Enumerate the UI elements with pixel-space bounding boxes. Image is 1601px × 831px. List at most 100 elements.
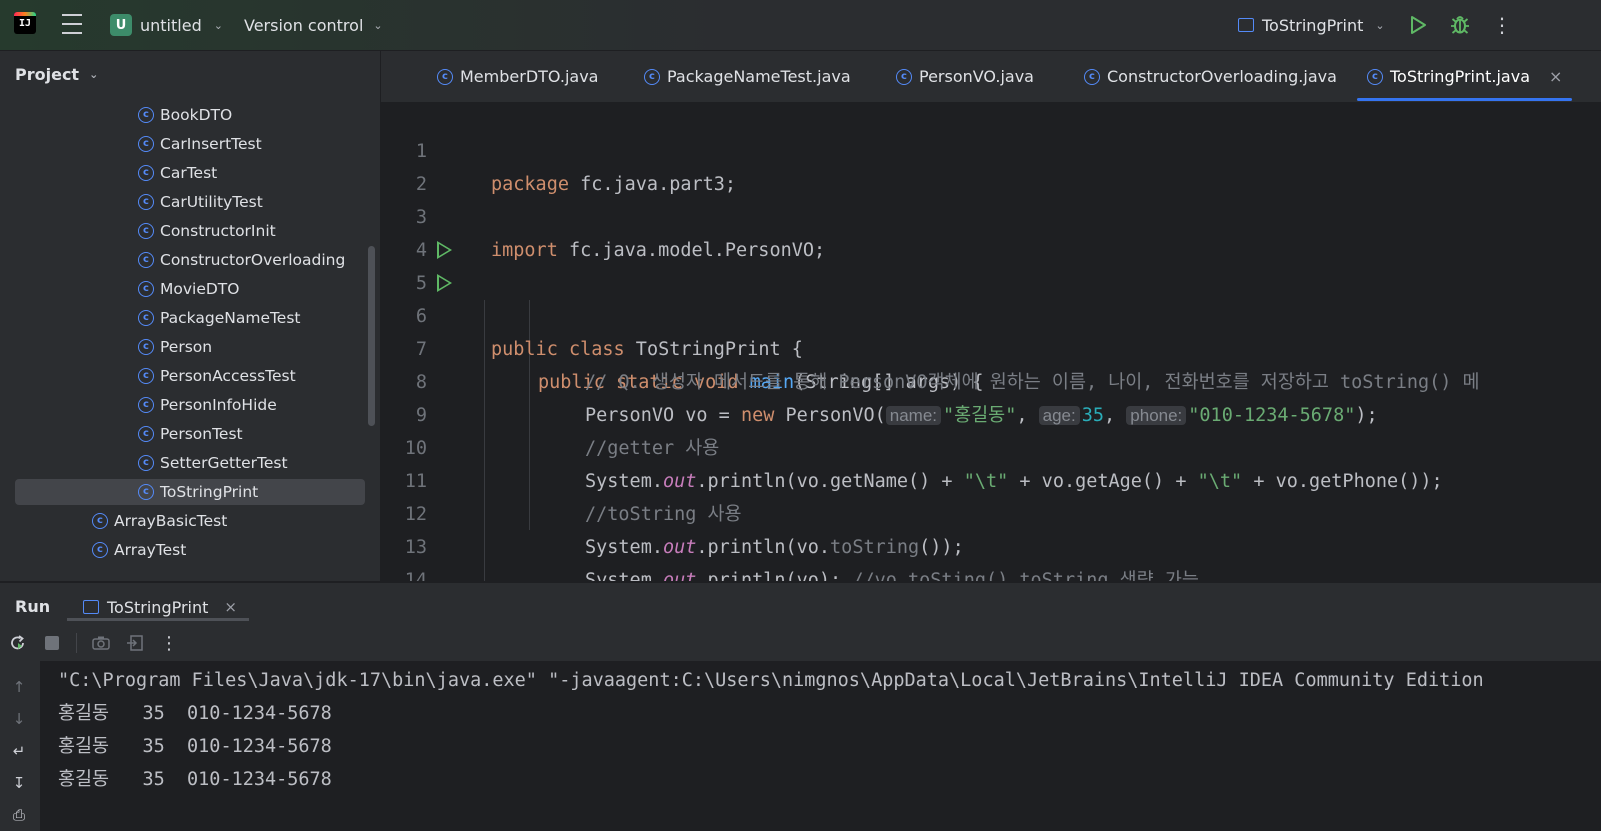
code-line: 2 (381, 135, 1601, 195)
chevron-down-icon: ⌄ (213, 18, 223, 32)
console-output[interactable]: "C:\Program Files\Java\jdk-17\bin\java.e… (40, 661, 1601, 831)
tree-item-persontest[interactable]: c PersonTest (138, 421, 243, 447)
class-icon: c (92, 542, 108, 558)
tree-item-constructorinit[interactable]: c ConstructorInit (138, 218, 276, 244)
class-icon: c (1367, 68, 1383, 85)
tab-constructoroverloading[interactable]: c ConstructorOverloading.java (1084, 51, 1337, 102)
class-icon: c (138, 426, 154, 442)
rerun-icon[interactable] (8, 633, 28, 653)
code-line: 4 (381, 201, 1601, 261)
tree-item-person[interactable]: c Person (138, 334, 212, 360)
tree-item-label: SetterGetterTest (160, 454, 288, 472)
menu-icon[interactable] (60, 14, 84, 34)
class-icon: c (437, 68, 453, 85)
tab-packagenametest[interactable]: c PackageNameTest.java (644, 51, 851, 102)
run-gutter-icon[interactable] (437, 274, 452, 292)
tree-item-label: BookDTO (160, 106, 233, 124)
tree-item-label: ToStringPrint (160, 483, 259, 501)
close-icon[interactable]: × (1549, 67, 1562, 86)
print-icon[interactable]: ⎙ (9, 806, 29, 826)
tree-item-label: ConstructorOverloading (160, 251, 346, 269)
run-icon[interactable] (1406, 13, 1430, 37)
code-line: 14 } (381, 531, 1601, 581)
run-gutter-icon[interactable] (437, 241, 452, 259)
class-icon: c (138, 165, 154, 181)
tree-item-constructoroverloading[interactable]: c ConstructorOverloading (138, 247, 345, 273)
tree-item-personinfohide[interactable]: c PersonInfoHide (138, 392, 277, 418)
class-icon: c (1084, 68, 1100, 85)
class-icon: c (138, 368, 154, 384)
tree-item-arraytest[interactable]: c ArrayTest (92, 537, 186, 563)
code-editor[interactable]: 1 package fc.java.part3; 2 3 import fc.j… (381, 102, 1601, 581)
class-icon: c (138, 310, 154, 326)
tree-item-carinserttest[interactable]: c CarInsertTest (138, 131, 262, 157)
tree-item-moviedto[interactable]: c MovieDTO (138, 276, 239, 302)
arrow-down-icon[interactable]: ↓ (9, 710, 29, 730)
tab-label: ConstructorOverloading.java (1107, 67, 1337, 86)
class-icon: c (92, 513, 108, 529)
console-line: 홍길동 35 010-1234-5678 (58, 736, 332, 757)
tree-scrollbar[interactable] (368, 246, 375, 426)
project-selector[interactable]: U untitled ⌄ (110, 12, 223, 38)
tree-item-label: CarTest (160, 164, 218, 182)
console-line: 홍길동 35 010-1234-5678 (58, 769, 332, 790)
tree-item-personaccesstest[interactable]: c PersonAccessTest (138, 363, 296, 389)
class-icon: c (138, 136, 154, 152)
tab-tostringprint[interactable]: c ToStringPrint.java × (1357, 51, 1573, 102)
toolbar-separator (76, 633, 77, 653)
project-view-selector[interactable]: Project ⌄ (15, 65, 98, 84)
more-icon[interactable]: ⋮ (159, 633, 179, 654)
exit-icon[interactable] (125, 633, 145, 653)
project-avatar: U (110, 14, 132, 36)
tree-item-arraybasictest[interactable]: c ArrayBasicTest (92, 508, 227, 534)
code-line: 13 System.out.println(vo); //vo.toSting(… (381, 498, 1601, 581)
class-icon: c (896, 68, 912, 85)
debug-icon[interactable] (1448, 13, 1472, 37)
arrow-up-icon[interactable]: ↑ (9, 678, 29, 698)
intellij-logo-icon[interactable]: IJ (14, 12, 36, 34)
close-icon[interactable]: × (224, 598, 237, 616)
tree-item-label: MovieDTO (160, 280, 240, 298)
camera-icon[interactable] (91, 633, 111, 653)
scroll-to-end-icon[interactable]: ↧ (9, 774, 29, 794)
tree-item-label: ArrayTest (114, 541, 187, 559)
vcs-label: Version control (244, 15, 364, 35)
soft-wrap-icon[interactable]: ↵ (9, 742, 29, 762)
tree-item-label: PersonInfoHide (160, 396, 277, 414)
code-text: System. (585, 570, 663, 581)
run-configuration-selector[interactable]: ToStringPrint ⌄ (1238, 12, 1385, 38)
tree-item-cartest[interactable]: c CarTest (138, 160, 217, 186)
class-icon: c (138, 455, 154, 471)
chevron-down-icon: ⌄ (373, 18, 383, 32)
chevron-down-icon: ⌄ (89, 68, 99, 81)
class-icon: c (138, 484, 154, 500)
tab-label: PackageNameTest.java (667, 67, 851, 86)
console-line: 홍길동 35 010-1234-5678 (58, 703, 332, 724)
code-line: 7 // Q. 생성자 메서드를 통해 PersonVO객체에 원하는 이름, … (381, 300, 1601, 393)
comment: //vo.toSting() toString 생략 가능 (852, 570, 1199, 581)
code-text: .println(vo); (696, 570, 853, 581)
run-tab-label: ToStringPrint (107, 597, 209, 617)
stop-icon[interactable] (42, 633, 62, 653)
class-icon: c (138, 223, 154, 239)
more-icon[interactable]: ⋮ (1490, 13, 1514, 37)
tree-item-label: PackageNameTest (160, 309, 301, 327)
line-number: 14 (404, 570, 427, 581)
class-icon: c (138, 397, 154, 413)
tree-item-settergettertest[interactable]: c SetterGetterTest (138, 450, 288, 476)
tree-item-label: ArrayBasicTest (114, 512, 228, 530)
project-name: untitled (140, 15, 202, 35)
class-icon: c (138, 107, 154, 123)
tree-item-tostringprint[interactable]: c ToStringPrint (15, 479, 365, 505)
tab-memberdto[interactable]: c MemberDTO.java (437, 51, 598, 102)
active-tab-indicator (1357, 98, 1573, 101)
console-side-toolbar: ↑ ↓ ↵ ↧ ⎙ (0, 661, 40, 831)
run-toolbar: ⋮ (0, 625, 1601, 661)
version-control-menu[interactable]: Version control ⌄ (244, 12, 383, 38)
tree-item-bookdto[interactable]: c BookDTO (138, 102, 232, 128)
class-icon: c (644, 68, 660, 85)
tab-personvo[interactable]: c PersonVO.java (896, 51, 1034, 102)
tree-item-packagenametest[interactable]: c PackageNameTest (138, 305, 301, 331)
class-icon: c (138, 252, 154, 268)
tree-item-carutilitytest[interactable]: c CarUtilityTest (138, 189, 263, 215)
